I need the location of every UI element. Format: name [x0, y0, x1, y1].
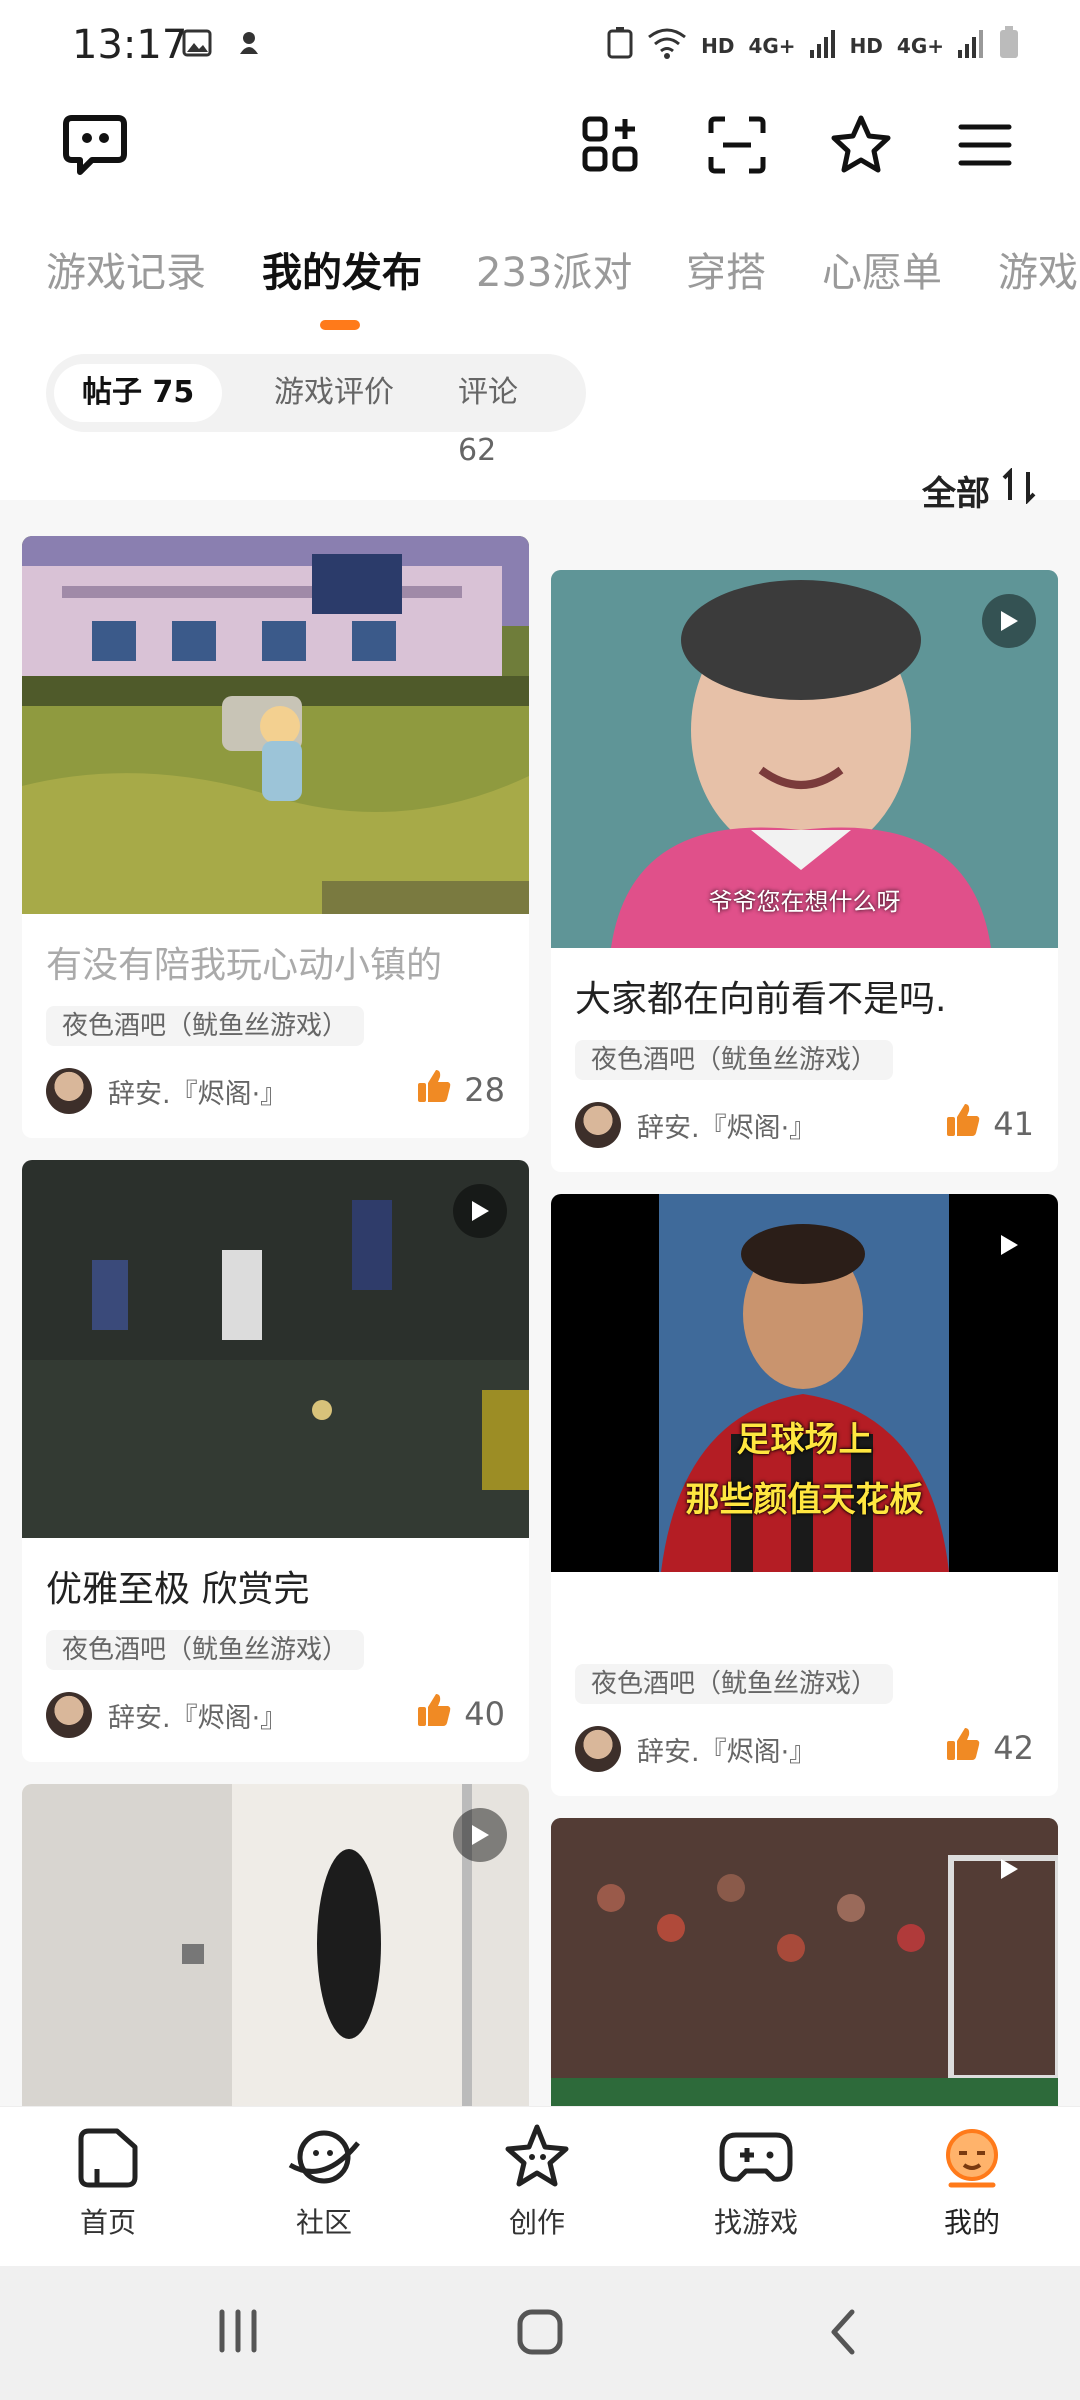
active-tab-indicator	[320, 320, 360, 330]
avatar	[46, 1068, 92, 1114]
post-tag[interactable]: 夜色酒吧（鱿鱼丝游戏）	[575, 1664, 894, 1704]
like-count: 42	[993, 1729, 1034, 1767]
post-author[interactable]: 辞安.『烬阁·』	[575, 1102, 816, 1148]
add-app-icon[interactable]	[576, 110, 646, 180]
video-caption: 爷爷您在想什么呀	[708, 888, 901, 916]
home-button-icon[interactable]	[516, 2308, 564, 2360]
like-button[interactable]: 40	[416, 1692, 505, 1736]
nav-create[interactable]: 创作	[467, 2121, 607, 2241]
bottom-nav: 首页 社区 创作 找游戏 我的	[0, 2106, 1080, 2266]
star-icon	[502, 2121, 572, 2195]
gallery-icon	[182, 28, 212, 62]
nav-community[interactable]: 社区	[254, 2121, 394, 2241]
play-icon	[982, 1842, 1036, 1896]
profile-icon	[937, 2121, 1007, 2195]
scan-icon[interactable]	[702, 110, 772, 180]
post-tag[interactable]: 夜色酒吧（鱿鱼丝游戏）	[575, 1040, 894, 1080]
recycle-icon	[607, 27, 633, 64]
post-thumbnail	[22, 536, 529, 914]
subtab-group: 帖子 75 游戏评价 评论 62	[46, 354, 586, 468]
post-card[interactable]: 优雅至极 欣赏完 夜色酒吧（鱿鱼丝游戏） 辞安.『烬阁·』 40	[22, 1160, 529, 1762]
tab-game-record[interactable]: 游戏记录	[46, 240, 206, 298]
play-icon	[982, 1218, 1036, 1272]
like-button[interactable]: 41	[945, 1102, 1034, 1146]
avatar	[46, 1692, 92, 1738]
video-caption-line2: 那些颜值天花板	[685, 1480, 924, 1520]
back-icon[interactable]	[826, 2308, 860, 2360]
subtab-game-reviews[interactable]: 游戏评价	[246, 364, 422, 422]
gamepad-icon	[718, 2121, 794, 2195]
post-title: 优雅至极 欣赏完	[46, 1569, 310, 1610]
like-count: 28	[464, 1071, 505, 1109]
message-icon[interactable]	[60, 110, 130, 180]
video-caption-line1: 足球场上	[736, 1420, 873, 1460]
recent-apps-icon[interactable]	[216, 2308, 260, 2358]
post-tag[interactable]: 夜色酒吧（鱿鱼丝游戏）	[46, 1630, 365, 1670]
planet-icon	[286, 2121, 362, 2195]
post-author[interactable]: 辞安.『烬阁·』	[46, 1068, 287, 1114]
nav-home[interactable]: 首页	[38, 2121, 178, 2241]
post-card[interactable]	[551, 1818, 1058, 2106]
signal-icon	[809, 28, 836, 63]
thumbs-up-icon	[416, 1692, 452, 1736]
post-card[interactable]: 足球场上 那些颜值天花板 夜色酒吧（鱿鱼丝游戏） 辞安.『烬阁·』 42	[551, 1194, 1058, 1796]
signal-icon	[958, 28, 984, 63]
home-icon	[73, 2121, 143, 2195]
tab-outfits[interactable]: 穿搭	[686, 240, 766, 298]
wifi-icon	[647, 27, 687, 64]
like-button[interactable]: 42	[945, 1726, 1034, 1770]
post-title: 有没有陪我玩心动小镇的	[46, 945, 443, 986]
thumbs-up-icon	[945, 1102, 981, 1146]
system-nav-bar	[0, 2266, 1080, 2400]
play-icon	[982, 594, 1036, 648]
post-feed: 有没有陪我玩心动小镇的 夜色酒吧（鱿鱼丝游戏） 辞安.『烬阁·』 28 爷爷您在…	[0, 500, 1080, 2106]
status-time: 13:17	[72, 22, 188, 68]
post-thumbnail: 爷爷您在想什么呀	[551, 570, 1058, 948]
status-bar: 13:17 HD 4G+ HD 4G+	[0, 0, 1080, 90]
post-thumbnail	[22, 1160, 529, 1538]
avatar	[575, 1102, 621, 1148]
subtab-comments[interactable]: 评论 62	[430, 364, 586, 468]
tab-my-posts[interactable]: 我的发布	[262, 240, 422, 298]
menu-icon[interactable]	[950, 110, 1020, 180]
nav-find-games[interactable]: 找游戏	[686, 2121, 826, 2241]
app-notification-icon	[234, 28, 264, 62]
tab-233-party[interactable]: 233派对	[476, 240, 632, 298]
like-count: 41	[993, 1105, 1034, 1143]
tab-wishlist[interactable]: 心愿单	[822, 240, 942, 298]
thumbs-up-icon	[945, 1726, 981, 1770]
post-author[interactable]: 辞安.『烬阁·』	[46, 1692, 287, 1738]
badge-star-icon[interactable]	[826, 110, 896, 180]
post-tag[interactable]: 夜色酒吧（鱿鱼丝游戏）	[46, 1006, 365, 1046]
nav-profile[interactable]: 我的	[902, 2121, 1042, 2241]
post-title: 大家都在向前看不是吗.	[575, 979, 947, 1020]
thumbs-up-icon	[416, 1068, 452, 1112]
tab-games[interactable]: 游戏	[998, 240, 1078, 298]
post-card[interactable]: 爷爷您在想什么呀 大家都在向前看不是吗. 夜色酒吧（鱿鱼丝游戏） 辞安.『烬阁·…	[551, 570, 1058, 1172]
like-count: 40	[464, 1695, 505, 1733]
avatar	[575, 1726, 621, 1772]
play-icon	[453, 1808, 507, 1862]
post-author[interactable]: 辞安.『烬阁·』	[575, 1726, 816, 1772]
play-icon	[453, 1184, 507, 1238]
post-card[interactable]: 有没有陪我玩心动小镇的 夜色酒吧（鱿鱼丝游戏） 辞安.『烬阁·』 28	[22, 536, 529, 1138]
post-thumbnail: 足球场上 那些颜值天花板	[551, 1194, 1058, 1572]
post-thumbnail	[22, 1784, 529, 2106]
battery-icon	[998, 26, 1020, 65]
post-card[interactable]	[22, 1784, 529, 2106]
like-button[interactable]: 28	[416, 1068, 505, 1112]
tab-bar: 游戏记录 我的发布 233派对 穿搭 心愿单 游戏	[0, 240, 1080, 340]
subtab-posts[interactable]: 帖子 75	[54, 364, 223, 422]
post-thumbnail	[551, 1818, 1058, 2106]
